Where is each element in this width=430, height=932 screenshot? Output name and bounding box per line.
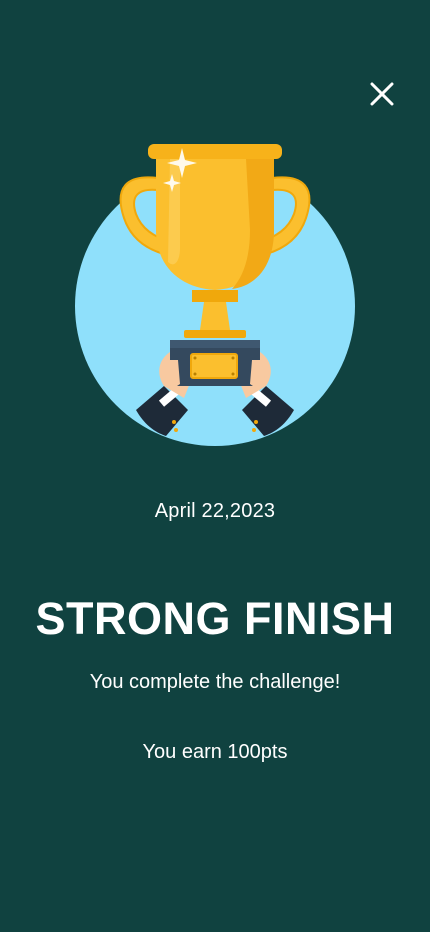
completion-date: April 22,2023 bbox=[154, 500, 276, 522]
result-title: STRONG FINISH bbox=[35, 593, 395, 644]
trophy-illustration bbox=[66, 138, 364, 450]
challenge-complete-screen: April 22,2023 STRONG FINISH You complete… bbox=[0, 0, 430, 932]
completion-message: You complete the challenge! bbox=[89, 671, 341, 693]
close-icon bbox=[370, 82, 394, 106]
points-earned: You earn 100pts bbox=[142, 741, 288, 763]
close-button[interactable] bbox=[366, 78, 398, 110]
